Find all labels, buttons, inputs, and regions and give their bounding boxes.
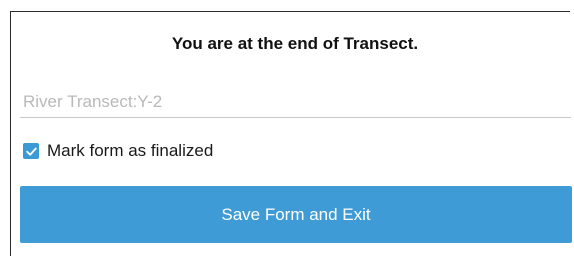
save-form-and-exit-button[interactable]: Save Form and Exit [20,186,572,243]
mark-finalized-label: Mark form as finalized [47,141,214,160]
instance-name-input[interactable] [20,86,571,118]
form-end-screen: You are at the end of Transect. Mark for… [0,0,574,258]
left-divider [10,11,11,256]
checkmark-icon [25,147,37,156]
page-title: You are at the end of Transect. [171,34,419,53]
top-divider [10,11,570,12]
mark-finalized-checkbox[interactable] [23,143,39,159]
mark-finalized-option[interactable]: Mark form as finalized [23,140,213,162]
